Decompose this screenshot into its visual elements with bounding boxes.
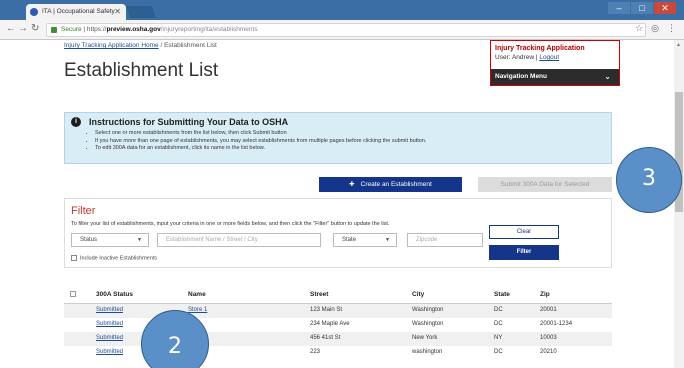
filter-panel: Filter To filter your list of establishm…	[64, 198, 612, 268]
instructions-panel: i Instructions for Submitting Your Data …	[64, 112, 612, 164]
include-inactive-label: Include Inactive Establishments	[80, 255, 158, 262]
caret-down-icon: ▼	[137, 237, 142, 243]
user-info: User: Andrew | Logout	[491, 52, 619, 61]
state-cell: DC	[494, 321, 503, 327]
city-cell: Washington	[412, 321, 444, 327]
extension-icon[interactable]: ◎	[651, 23, 659, 34]
instructions-list: Select one or more establishments from t…	[95, 130, 426, 153]
info-icon: i	[71, 117, 81, 127]
browser-menu-icon[interactable]: ⋮	[667, 23, 676, 34]
create-establishment-button[interactable]: ✚ Create an Establishment	[319, 177, 462, 192]
url-path: /injuryreporting/ita/establishments	[160, 26, 258, 33]
zipcode-input[interactable]: Zipcode	[407, 233, 483, 247]
navigation-menu-button[interactable]: Navigation Menu ⌄	[491, 69, 619, 85]
tab-title: ITA | Occupational Safety	[42, 8, 115, 15]
logout-link[interactable]: Logout	[539, 54, 559, 61]
instruction-item: If you have more than one page of establ…	[95, 138, 426, 146]
include-inactive-checkbox[interactable]	[71, 255, 77, 261]
status-select-value: Status	[80, 237, 98, 243]
zip-cell: 20001	[540, 307, 557, 313]
address-bar[interactable]: Secure | https://preview.osha.gov/injury…	[46, 23, 646, 37]
filter-title: Filter	[71, 205, 96, 217]
forward-arrow-icon[interactable]: →	[18, 23, 28, 34]
instructions-title: Instructions for Submitting Your Data to…	[89, 117, 289, 127]
clear-button[interactable]: Clear	[489, 225, 559, 239]
scroll-up-icon[interactable]: ▲	[676, 42, 681, 48]
status-link[interactable]: Submitted	[96, 307, 123, 313]
caret-down-icon: ▼	[385, 237, 390, 243]
browser-tabstrip: ITA | Occupational Safety ✕ – □ ✕	[0, 0, 684, 20]
city-cell: New York	[412, 335, 438, 341]
table-row: Submitted Store 1 123 Main St Washington…	[64, 304, 612, 318]
table-header: 300A Status Name Street City State Zip	[64, 286, 612, 304]
back-arrow-icon[interactable]: ←	[6, 23, 16, 34]
bookmark-star-icon[interactable]: ☆	[635, 23, 643, 34]
street-cell: 123 Main St	[310, 307, 343, 313]
state-cell: NY	[494, 335, 503, 341]
secure-label: Secure	[61, 26, 82, 33]
minimize-icon[interactable]: –	[608, 2, 630, 14]
state-cell: DC	[494, 349, 503, 355]
window-controls: – □ ✕	[608, 2, 676, 14]
submit-300a-button[interactable]: Submit 300A Data for Selected	[478, 177, 612, 192]
reload-icon[interactable]: ↻	[31, 23, 39, 34]
breadcrumb-separator: /	[160, 42, 163, 49]
header-state: State	[494, 291, 510, 298]
select-all-checkbox[interactable]	[70, 291, 76, 297]
header-street: Street	[310, 291, 329, 298]
zip-cell: 20001-1234	[540, 321, 573, 327]
chevron-down-icon: ⌄	[604, 72, 611, 81]
status-link[interactable]: Submitted	[96, 349, 123, 355]
instruction-item: To edit 300A data for an establishment, …	[95, 145, 426, 153]
street-cell: 234 Maple Ave	[310, 321, 350, 327]
status-link[interactable]: Submitted	[96, 321, 123, 327]
header-city: City	[412, 291, 425, 298]
state-select-value: State	[342, 237, 357, 243]
tab-close-icon[interactable]: ✕	[114, 4, 121, 20]
street-cell: 456 41st St	[310, 335, 341, 341]
city-cell: Washington	[412, 307, 444, 313]
street-cell: 223	[310, 349, 321, 355]
url-scheme: https://	[86, 26, 107, 33]
header-zip: Zip	[540, 291, 550, 298]
filter-help-text: To filter your list of establishments, i…	[71, 221, 390, 227]
establishment-name-link[interactable]: Store 1	[188, 307, 207, 313]
callout-badge-3: 3	[616, 147, 682, 213]
breadcrumb: Injury Tracking Application Home / Estab…	[64, 42, 217, 49]
lock-icon	[51, 27, 57, 33]
breadcrumb-home-link[interactable]: Injury Tracking Application Home	[64, 42, 159, 49]
include-inactive-option[interactable]: Include Inactive Establishments	[71, 255, 157, 261]
browser-toolbar: ← → ↻ Secure | https://preview.osha.gov/…	[0, 20, 684, 40]
browser-tab[interactable]: ITA | Occupational Safety ✕	[26, 4, 126, 20]
url-host: preview.osha.gov	[106, 26, 161, 33]
filter-button[interactable]: Filter	[489, 245, 559, 260]
header-name: Name	[188, 291, 206, 298]
state-select[interactable]: State ▼	[333, 233, 397, 247]
state-cell: DC	[494, 307, 503, 313]
window-close-icon[interactable]: ✕	[654, 2, 676, 14]
zip-cell: 10003	[540, 335, 557, 341]
toolbar-icons: ☆ ◎ ⋮	[635, 23, 676, 34]
city-cell: washington	[412, 349, 443, 355]
maximize-icon[interactable]: □	[631, 2, 653, 14]
instruction-item: Select one or more establishments from t…	[95, 130, 426, 138]
app-panel: Injury Tracking Application User: Andrew…	[490, 40, 620, 86]
header-status: 300A Status	[96, 291, 133, 298]
zip-cell: 20210	[540, 349, 557, 355]
site-favicon-icon	[30, 8, 38, 16]
page-title: Establishment List	[64, 60, 219, 81]
plus-icon: ✚	[349, 181, 355, 188]
status-link[interactable]: Submitted	[96, 335, 123, 341]
status-select[interactable]: Status ▼	[71, 233, 149, 247]
breadcrumb-current: Establishment List	[164, 42, 217, 49]
establishment-search-input[interactable]: Establishment Name / Street / City	[157, 233, 321, 247]
app-title: Injury Tracking Application	[495, 45, 585, 52]
page-scrollbar[interactable]: ▲	[674, 40, 684, 368]
new-tab-button[interactable]	[125, 6, 157, 18]
create-establishment-label: Create an Establishment	[360, 181, 432, 188]
navigation-menu-label: Navigation Menu	[495, 73, 548, 80]
user-label: User: Andrew |	[495, 54, 538, 61]
